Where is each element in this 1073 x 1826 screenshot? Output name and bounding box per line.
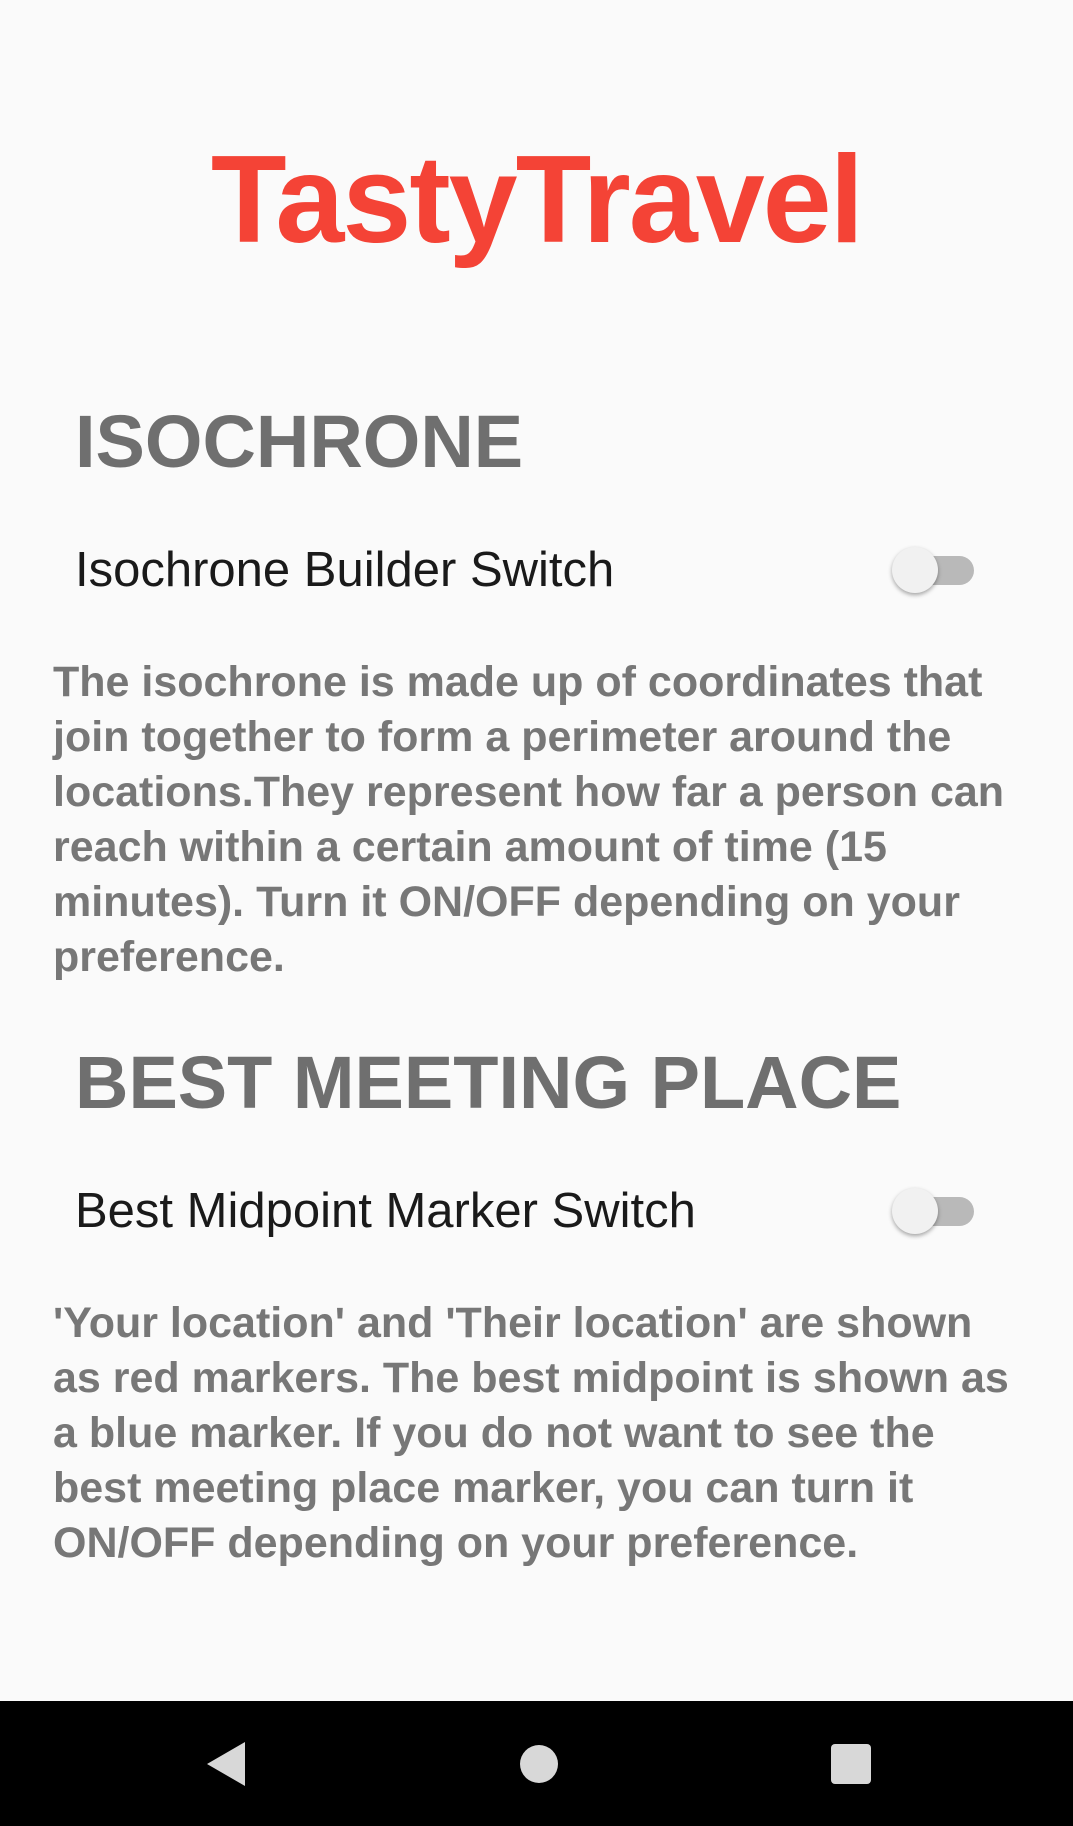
switch-thumb [892,547,938,593]
isochrone-builder-switch[interactable] [892,540,976,600]
best-midpoint-switch-label: Best Midpoint Marker Switch [75,1184,696,1238]
home-button[interactable] [479,1701,599,1826]
best-midpoint-switch-row[interactable]: Best Midpoint Marker Switch [75,1166,980,1256]
app-title: TastyTravel [210,131,864,269]
back-button[interactable] [166,1701,286,1826]
home-icon [520,1744,558,1783]
best-midpoint-marker-switch[interactable] [892,1181,976,1241]
isochrone-switch-row[interactable]: Isochrone Builder Switch [75,525,980,615]
navigation-bar [0,1701,1073,1826]
isochrone-heading: ISOCHRONE [75,400,524,483]
isochrone-description: The isochrone is made up of coordinates … [53,658,1005,981]
recents-button[interactable] [791,1701,911,1826]
best-meeting-place-description: 'Your location' and 'Their location' are… [53,1299,1009,1567]
recents-icon [831,1743,871,1784]
isochrone-switch-label: Isochrone Builder Switch [75,543,615,597]
best-meeting-place-heading: BEST MEETING PLACE [75,1041,902,1124]
back-icon [207,1741,245,1786]
switch-thumb [892,1188,938,1234]
